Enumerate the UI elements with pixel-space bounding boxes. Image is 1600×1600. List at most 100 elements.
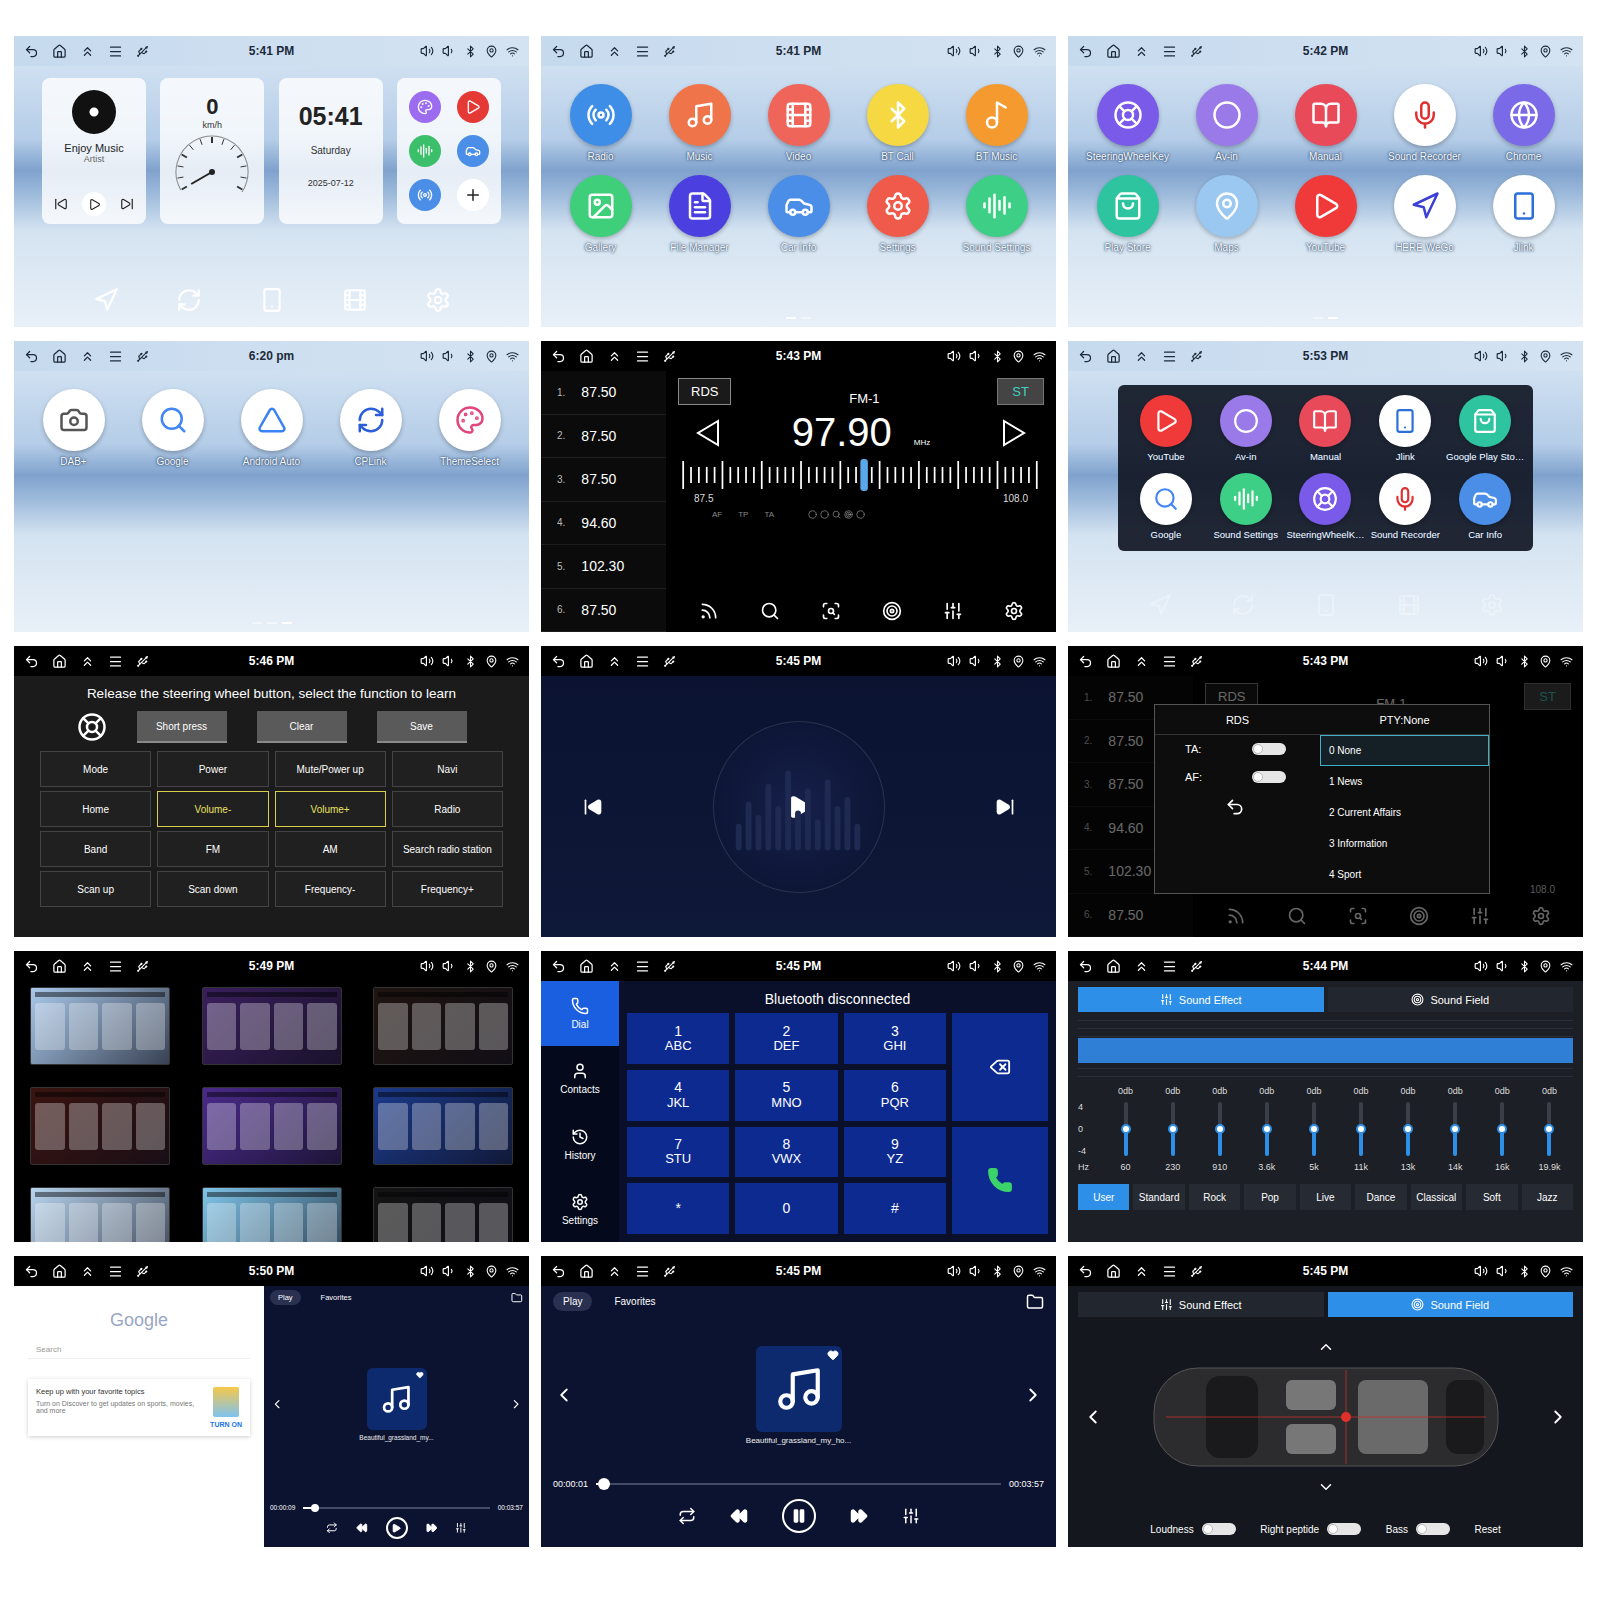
menu-icon[interactable] xyxy=(1162,959,1177,974)
slider-knob[interactable] xyxy=(1262,1124,1272,1134)
sidebar-item[interactable]: Contacts xyxy=(541,1046,619,1111)
volume-up-icon[interactable] xyxy=(1474,654,1488,668)
sidebar-item[interactable]: Dial xyxy=(541,981,619,1046)
toggle-switch[interactable] xyxy=(1252,743,1286,755)
seek-down-icon[interactable] xyxy=(696,419,720,447)
preset-button[interactable]: Pop xyxy=(1244,1184,1295,1210)
page-dot[interactable] xyxy=(801,317,811,319)
band-slider[interactable] xyxy=(1453,1102,1457,1156)
keypad-key[interactable]: 4JKL xyxy=(627,1070,729,1121)
shortcut-button[interactable] xyxy=(409,179,441,211)
keypad-key[interactable]: 0 xyxy=(735,1183,837,1234)
app-tile[interactable]: Jlink xyxy=(1474,175,1573,254)
volume-up-icon[interactable] xyxy=(1474,1264,1488,1278)
chevrons-up-icon[interactable] xyxy=(1134,349,1149,364)
chevrons-up-icon[interactable] xyxy=(80,1264,95,1279)
function-key[interactable]: AM xyxy=(275,831,386,867)
back-icon[interactable] xyxy=(1078,654,1093,669)
toggle-switch[interactable] xyxy=(1252,771,1286,783)
keypad-key[interactable]: 9YZ xyxy=(844,1127,946,1178)
reset-button[interactable]: Reset xyxy=(1475,1524,1501,1535)
search-field[interactable]: Search xyxy=(28,1341,250,1359)
volume-down-icon[interactable] xyxy=(1496,1264,1510,1278)
chevrons-up-icon[interactable] xyxy=(607,44,622,59)
app-tile[interactable]: SteeringWheelK… xyxy=(1286,473,1366,541)
player-tab[interactable]: Favorites xyxy=(604,1292,665,1311)
theme-thumbnail[interactable] xyxy=(202,1087,342,1165)
theme-thumbnail[interactable] xyxy=(373,1187,513,1242)
menu-icon[interactable] xyxy=(635,654,650,669)
home-icon[interactable] xyxy=(1106,654,1121,669)
volume-up-icon[interactable] xyxy=(947,44,961,58)
chevrons-up-icon[interactable] xyxy=(607,1264,622,1279)
home-icon[interactable] xyxy=(1106,349,1121,364)
chevrons-up-icon[interactable] xyxy=(80,44,95,59)
equalizer-icon[interactable] xyxy=(1470,906,1490,926)
back-icon[interactable] xyxy=(24,44,39,59)
app-tile[interactable]: Google Play Sto… xyxy=(1445,395,1525,463)
progress-bar[interactable] xyxy=(303,1507,489,1509)
home-icon[interactable] xyxy=(579,959,594,974)
volume-down-icon[interactable] xyxy=(1496,654,1510,668)
preset-button[interactable]: Classical xyxy=(1411,1184,1462,1210)
app-tile[interactable]: Sound Settings xyxy=(947,175,1046,254)
menu-icon[interactable] xyxy=(635,959,650,974)
slider-knob[interactable] xyxy=(1403,1124,1413,1134)
page-dot[interactable] xyxy=(252,622,262,624)
menu-icon[interactable] xyxy=(108,1264,123,1279)
signal-icon[interactable] xyxy=(1226,906,1246,926)
app-tile[interactable]: SteeringWheelKey xyxy=(1078,84,1177,163)
tab[interactable]: Sound Effect xyxy=(1078,987,1324,1012)
home-icon[interactable] xyxy=(52,44,67,59)
move-down-icon[interactable] xyxy=(1317,1478,1335,1496)
menu-icon[interactable] xyxy=(635,44,650,59)
chevrons-up-icon[interactable] xyxy=(607,959,622,974)
preset-button[interactable]: Live xyxy=(1300,1184,1351,1210)
progress-bar[interactable] xyxy=(596,1483,1001,1485)
volume-down-icon[interactable] xyxy=(442,349,456,363)
app-tile[interactable]: Sound Recorder xyxy=(1365,473,1445,541)
pty-option[interactable]: 0 None xyxy=(1320,735,1489,766)
band-slider[interactable] xyxy=(1124,1102,1128,1156)
app-tile[interactable]: Music xyxy=(650,84,749,163)
back-icon[interactable] xyxy=(551,349,566,364)
previous-page-icon[interactable] xyxy=(270,1397,284,1411)
app-tile[interactable]: Video xyxy=(749,84,848,163)
back-icon[interactable] xyxy=(551,44,566,59)
app-tile[interactable]: Chrome xyxy=(1474,84,1573,163)
volume-up-icon[interactable] xyxy=(420,349,434,363)
menu-icon[interactable] xyxy=(635,1264,650,1279)
home-icon[interactable] xyxy=(52,959,67,974)
search-icon[interactable] xyxy=(1287,906,1307,926)
function-key[interactable]: Radio xyxy=(392,791,503,827)
menu-icon[interactable] xyxy=(108,654,123,669)
home-icon[interactable] xyxy=(52,1264,67,1279)
rds-button[interactable]: RDS xyxy=(678,378,731,405)
page-dot[interactable] xyxy=(282,622,292,624)
function-key[interactable]: Frequency+ xyxy=(392,871,503,907)
tab[interactable]: Sound Effect xyxy=(1078,1292,1324,1317)
menu-icon[interactable] xyxy=(635,349,650,364)
back-icon[interactable] xyxy=(24,959,39,974)
toggle-switch[interactable] xyxy=(1202,1523,1236,1535)
menu-icon[interactable] xyxy=(1162,1264,1177,1279)
theme-thumbnail[interactable] xyxy=(373,987,513,1065)
app-tile[interactable]: Sound Recorder xyxy=(1375,84,1474,163)
keypad-key[interactable]: * xyxy=(627,1183,729,1234)
function-key[interactable]: Scan up xyxy=(40,871,151,907)
band-slider[interactable] xyxy=(1406,1102,1410,1156)
tab[interactable]: Sound Field xyxy=(1328,1292,1574,1317)
preset-row[interactable]: 6.87.50 xyxy=(1068,894,1193,938)
function-key[interactable]: FM xyxy=(157,831,268,867)
back-icon[interactable] xyxy=(551,654,566,669)
settings-icon[interactable] xyxy=(1004,601,1024,621)
back-icon[interactable] xyxy=(24,349,39,364)
keypad-key[interactable]: 1ABC xyxy=(627,1013,729,1064)
shortcut-button[interactable] xyxy=(457,135,489,167)
keypad-key[interactable]: 7STU xyxy=(627,1127,729,1178)
action-button[interactable]: Short press xyxy=(137,711,227,743)
slider-knob[interactable] xyxy=(1215,1124,1225,1134)
chevrons-up-icon[interactable] xyxy=(1134,654,1149,669)
target-icon[interactable] xyxy=(882,601,902,621)
menu-icon[interactable] xyxy=(108,349,123,364)
